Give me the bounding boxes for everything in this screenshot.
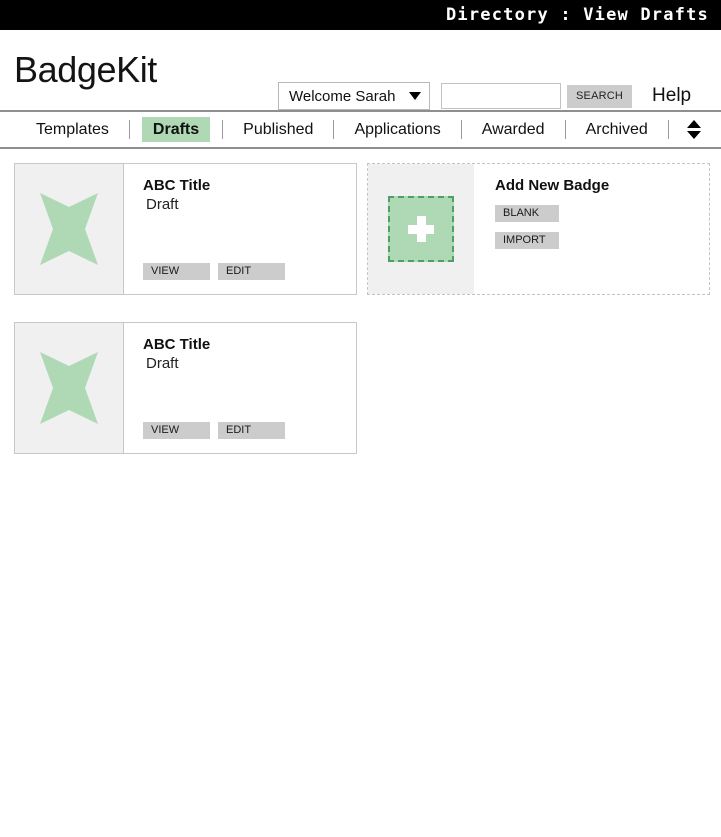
- top-directory-bar: Directory : View Drafts: [0, 0, 721, 30]
- user-menu-dropdown[interactable]: Welcome Sarah: [278, 82, 430, 110]
- sort-ascending-icon[interactable]: [686, 120, 701, 128]
- tab-awarded[interactable]: Awarded: [474, 112, 553, 147]
- star-badge-icon: [40, 193, 98, 265]
- primary-nav: Templates Drafts Published Applications …: [0, 110, 721, 149]
- add-new-details: Add New Badge BLANK IMPORT: [474, 164, 709, 294]
- plus-square[interactable]: [388, 196, 454, 262]
- nav-separator: [222, 120, 224, 139]
- help-link[interactable]: Help: [652, 85, 691, 107]
- nav-separator: [564, 120, 566, 139]
- search-input[interactable]: [441, 83, 561, 109]
- badge-actions: VIEW EDIT: [143, 263, 285, 280]
- badge-card[interactable]: ABC Title Draft VIEW EDIT: [14, 322, 357, 454]
- create-blank-button[interactable]: BLANK: [495, 205, 559, 222]
- badge-title: ABC Title: [143, 177, 211, 194]
- plus-icon: [406, 214, 436, 244]
- badge-details: ABC Title Draft VIEW EDIT: [124, 323, 356, 453]
- edit-button[interactable]: EDIT: [218, 263, 285, 280]
- user-menu-label: Welcome Sarah: [289, 87, 396, 105]
- add-new-badge-card[interactable]: Add New Badge BLANK IMPORT: [367, 163, 710, 295]
- tab-applications[interactable]: Applications: [346, 112, 448, 147]
- badge-card[interactable]: ABC Title Draft VIEW EDIT: [14, 163, 357, 295]
- add-new-thumbnail: [368, 164, 474, 294]
- badge-title: ABC Title: [143, 336, 211, 353]
- star-badge-icon: [40, 352, 98, 424]
- view-button[interactable]: VIEW: [143, 422, 210, 439]
- tab-drafts[interactable]: Drafts: [141, 117, 211, 142]
- import-badge-button[interactable]: IMPORT: [495, 232, 559, 249]
- tab-templates[interactable]: Templates: [28, 112, 117, 147]
- view-button[interactable]: VIEW: [143, 263, 210, 280]
- add-new-title: Add New Badge: [495, 177, 610, 194]
- nav-separator: [460, 120, 462, 139]
- search-button[interactable]: SEARCH: [567, 84, 633, 108]
- sort-toggle[interactable]: [681, 112, 707, 147]
- directory-breadcrumb: Directory : View Drafts: [445, 5, 709, 25]
- badge-thumbnail: [15, 164, 124, 294]
- tab-archived[interactable]: Archived: [578, 112, 656, 147]
- badge-details: ABC Title Draft VIEW EDIT: [124, 164, 356, 294]
- badge-list: ABC Title Draft VIEW EDIT Add New Badge …: [0, 149, 721, 481]
- sort-descending-icon[interactable]: [686, 131, 701, 139]
- tab-published[interactable]: Published: [235, 112, 321, 147]
- badge-actions: VIEW EDIT: [143, 422, 285, 439]
- nav-separator: [667, 120, 669, 139]
- site-header: BadgeKit Welcome Sarah SEARCH Help: [0, 30, 721, 110]
- nav-separator: [333, 120, 335, 139]
- nav-separator: [128, 120, 130, 139]
- chevron-down-icon: [409, 92, 421, 100]
- edit-button[interactable]: EDIT: [218, 422, 285, 439]
- badge-row-1: ABC Title Draft VIEW EDIT Add New Badge …: [14, 163, 721, 322]
- brand-logo[interactable]: BadgeKit: [14, 52, 157, 88]
- badge-status: Draft: [146, 196, 179, 214]
- badge-thumbnail: [15, 323, 124, 453]
- badge-status: Draft: [146, 355, 179, 373]
- header-controls: Welcome Sarah SEARCH Help: [278, 82, 691, 110]
- badge-row-2: ABC Title Draft VIEW EDIT: [14, 322, 721, 481]
